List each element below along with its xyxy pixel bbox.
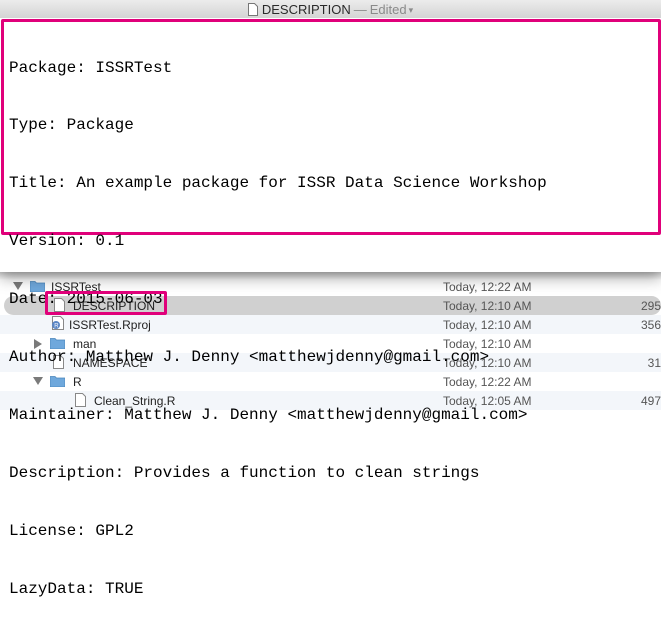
- textedit-window: DESCRIPTION — Edited ▾ Package: ISSRTest Ty…: [0, 0, 661, 598]
- text-line: License: GPL2: [9, 521, 134, 540]
- text-line: Author: Matthew J. Denny <matthewjdenny@…: [9, 348, 490, 367]
- text-line: Description: Provides a function to clea…: [9, 463, 480, 482]
- description-highlight-box: [45, 291, 167, 315]
- document-icon: [247, 3, 258, 16]
- text-line: Package: ISSRTest: [9, 58, 173, 77]
- text-line: Type: Package: [9, 116, 134, 135]
- file-size: 31: [647, 356, 661, 370]
- text-line: Maintainer: Matthew J. Denny <matthewjde…: [9, 405, 528, 424]
- title-bar[interactable]: DESCRIPTION — Edited ▾: [0, 0, 661, 19]
- editor-text[interactable]: Package: ISSRTest Type: Package Title: A…: [9, 20, 547, 638]
- file-size: 356: [640, 318, 661, 332]
- file-size: 295: [640, 299, 661, 313]
- text-line: Version: 0.1: [9, 232, 125, 251]
- title-separator: —: [353, 2, 367, 17]
- chevron-down-icon[interactable]: ▾: [409, 5, 414, 16]
- file-size: 497: [640, 394, 661, 408]
- window-title-area[interactable]: DESCRIPTION — Edited ▾: [0, 2, 661, 17]
- edited-status: Edited: [369, 2, 407, 17]
- text-line: LazyData: TRUE: [9, 579, 144, 598]
- window-title: DESCRIPTION: [261, 2, 351, 17]
- text-line: Title: An example package for ISSR Data …: [9, 174, 547, 193]
